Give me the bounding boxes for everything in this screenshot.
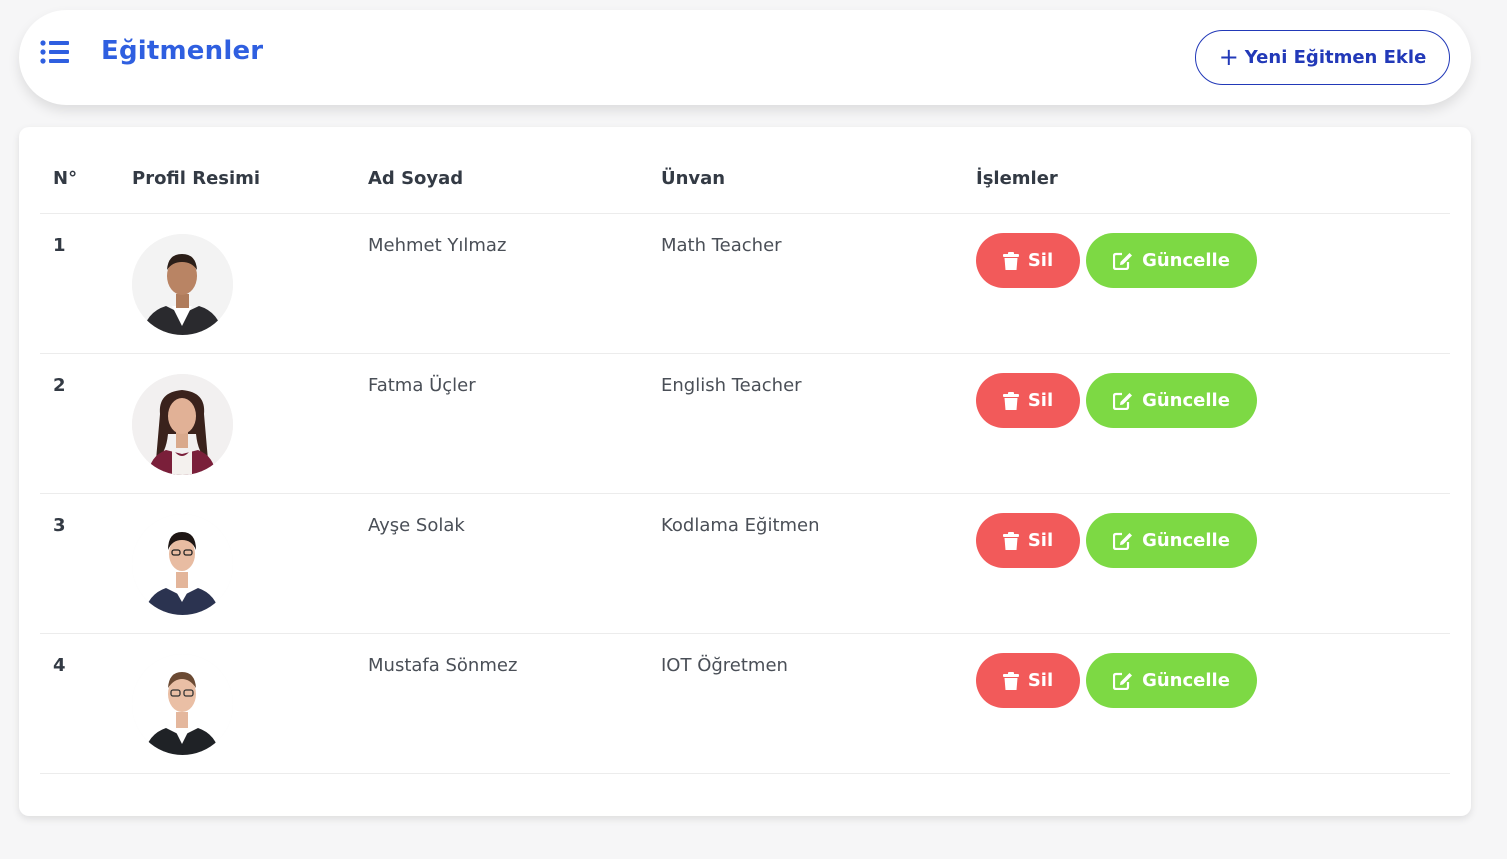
delete-button[interactable]: Sil (976, 513, 1080, 568)
delete-button[interactable]: Sil (976, 373, 1080, 428)
trash-icon (1002, 251, 1019, 270)
column-header-title: Ünvan (661, 168, 726, 189)
update-label: Güncelle (1142, 670, 1230, 691)
update-button[interactable]: Güncelle (1086, 513, 1257, 568)
table-row: 2 Fatma Üçler English Teacher Sil Güncel… (40, 354, 1450, 494)
instructor-name: Mehmet Yılmaz (368, 235, 507, 256)
edit-icon (1112, 392, 1133, 410)
avatar (132, 654, 233, 755)
table-row: 1 Mehmet Yılmaz Math Teacher Sil Güncell… (40, 214, 1450, 354)
trash-icon (1002, 531, 1019, 550)
trash-icon (1002, 391, 1019, 410)
row-number: 4 (53, 655, 66, 676)
table-header: N° Profil Resimi Ad Soyad Ünvan İşlemler (40, 127, 1450, 214)
delete-button[interactable]: Sil (976, 653, 1080, 708)
plus-icon: + (1218, 42, 1239, 71)
table-row: 3 Ayşe Solak Kodlama Eğitmen Sil Güncell… (40, 494, 1450, 634)
column-header-no: N° (53, 168, 78, 189)
add-instructor-label: Yeni Eğitmen Ekle (1244, 47, 1427, 68)
edit-icon (1112, 672, 1133, 690)
instructor-name: Fatma Üçler (368, 375, 476, 396)
avatar (132, 514, 233, 615)
column-header-profile-picture: Profil Resimi (132, 168, 261, 189)
update-label: Güncelle (1142, 530, 1230, 551)
update-label: Güncelle (1142, 390, 1230, 411)
instructor-title: English Teacher (661, 375, 802, 396)
delete-label: Sil (1027, 670, 1054, 691)
update-label: Güncelle (1142, 250, 1230, 271)
top-bar: Eğitmenler + Yeni Eğitmen Ekle (19, 10, 1471, 105)
delete-button[interactable]: Sil (976, 233, 1080, 288)
avatar (132, 234, 233, 335)
edit-icon (1112, 252, 1133, 270)
update-button[interactable]: Güncelle (1086, 233, 1257, 288)
instructor-title: Math Teacher (661, 235, 782, 256)
instructor-title: Kodlama Eğitmen (661, 515, 820, 536)
column-header-actions: İşlemler (976, 168, 1058, 189)
table-row: 4 Mustafa Sönmez IOT Öğretmen Sil Güncel… (40, 634, 1450, 774)
avatar (132, 374, 233, 475)
instructor-name: Mustafa Sönmez (368, 655, 518, 676)
add-instructor-button[interactable]: + Yeni Eğitmen Ekle (1195, 30, 1450, 85)
delete-label: Sil (1027, 250, 1054, 271)
column-header-name: Ad Soyad (368, 168, 464, 189)
list-menu-icon[interactable] (40, 40, 70, 64)
delete-label: Sil (1027, 390, 1054, 411)
trash-icon (1002, 671, 1019, 690)
instructor-title: IOT Öğretmen (661, 655, 788, 676)
row-number: 2 (53, 375, 66, 396)
update-button[interactable]: Güncelle (1086, 653, 1257, 708)
update-button[interactable]: Güncelle (1086, 373, 1257, 428)
instructor-name: Ayşe Solak (368, 515, 465, 536)
delete-label: Sil (1027, 530, 1054, 551)
edit-icon (1112, 532, 1133, 550)
row-number: 1 (53, 235, 66, 256)
row-number: 3 (53, 515, 66, 536)
page-title: Eğitmenler (101, 36, 264, 66)
instructors-table: N° Profil Resimi Ad Soyad Ünvan İşlemler… (19, 127, 1471, 816)
